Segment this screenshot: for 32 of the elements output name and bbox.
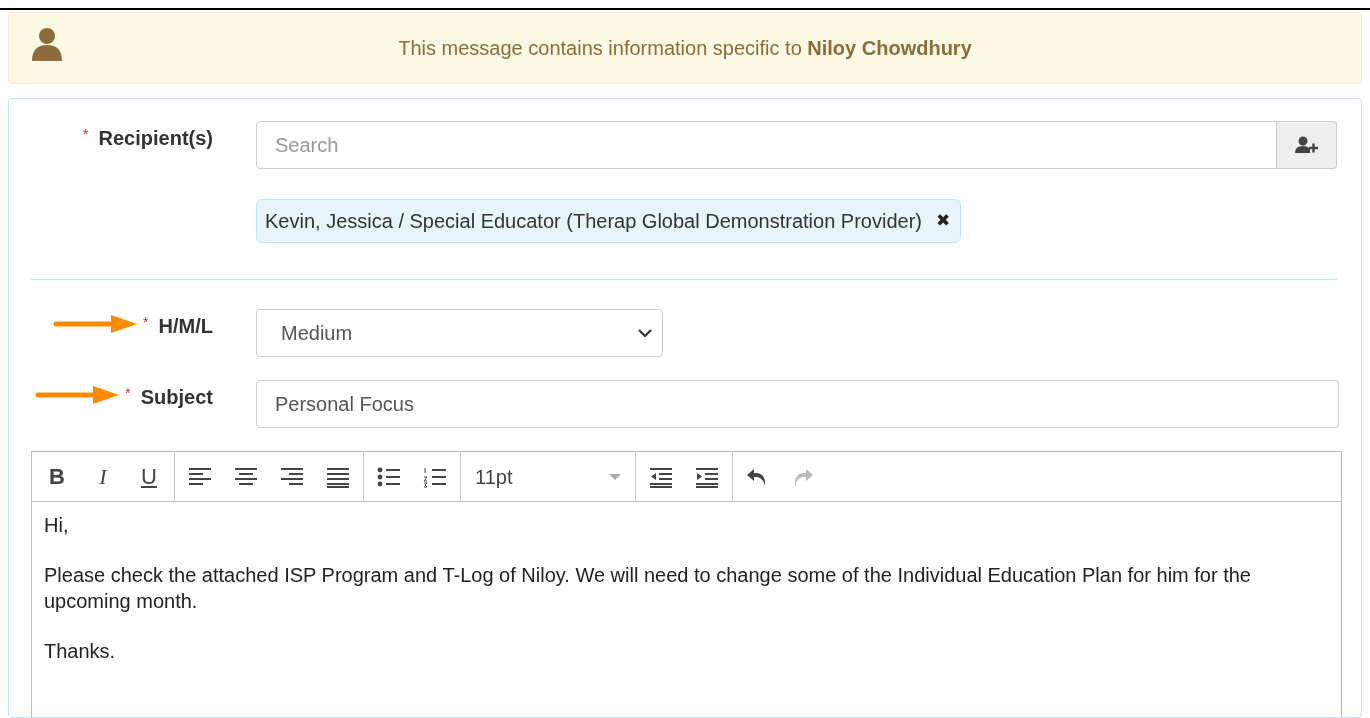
- notice-text: This message contains information specific to Niloy Chowdhury: [398, 36, 972, 61]
- italic-button[interactable]: I: [80, 456, 126, 497]
- chevron-down-icon: [638, 328, 652, 338]
- required-mark: *: [142, 312, 149, 332]
- indent-icon: [695, 465, 719, 488]
- outdent-icon: [649, 465, 673, 488]
- numbered-list-icon: [423, 465, 447, 488]
- user-icon: [31, 27, 63, 63]
- align-left-icon: [188, 465, 212, 488]
- align-center-icon: [234, 465, 258, 488]
- field-label: Recipient(s): [98, 126, 213, 151]
- font-size-dropdown[interactable]: 11pt: [463, 456, 633, 497]
- bold-button[interactable]: B: [34, 456, 80, 497]
- required-mark: *: [124, 383, 131, 403]
- recipient-name: Kevin, Jessica / Special Educator (Therap Global Demonstration Provider): [265, 209, 922, 234]
- recipient-search-field[interactable]: Search: [256, 121, 1277, 169]
- priority-dropdown[interactable]: Medium: [256, 309, 663, 357]
- message-paragraph: Hi,: [44, 513, 70, 538]
- field-label: Subject: [140, 385, 213, 410]
- underline-button[interactable]: U: [126, 456, 172, 497]
- message-paragraph: Please check the attached ISP Program and T-Log of Niloy. We will need to change some of the Individual Education Plan for him for the upcoming month.: [44, 563, 1252, 614]
- justify-icon: [326, 465, 350, 488]
- remove-button[interactable]: ✖: [935, 208, 952, 234]
- caret-icon: [609, 473, 621, 480]
- align-right-icon: [280, 465, 304, 488]
- message-paragraph: Thanks.: [44, 639, 117, 664]
- bullet-list-icon: [377, 465, 401, 488]
- required-mark: *: [82, 124, 89, 144]
- field-label: H/M/L: [158, 314, 213, 339]
- add-user-icon: [1294, 136, 1319, 154]
- subject-field[interactable]: Personal Focus: [256, 380, 1339, 428]
- add-recipient-button[interactable]: [1277, 121, 1337, 169]
